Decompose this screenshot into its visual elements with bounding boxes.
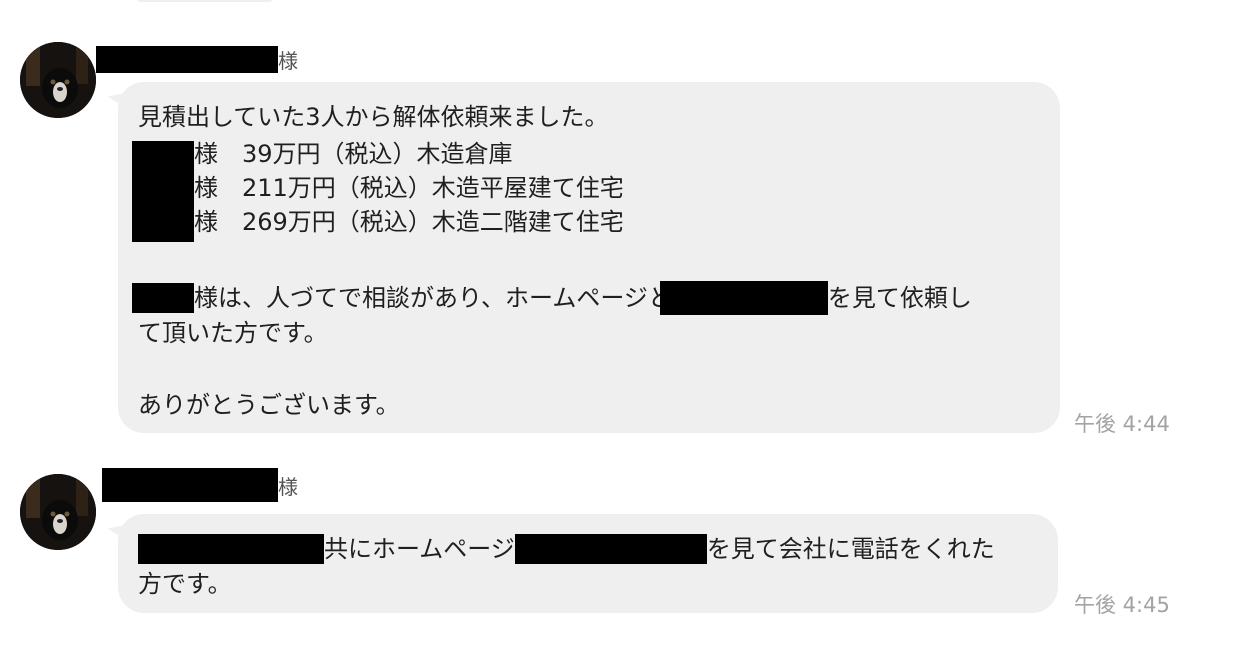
message-text: を見て依頼し — [827, 284, 972, 312]
redacted-text — [514, 534, 707, 564]
message-text: 様は、人づてで相談があり、ホームページと — [194, 284, 672, 312]
message-line: 様 211万円（税込）木造平屋建て住宅 — [194, 171, 624, 205]
message-text: 方です。 — [138, 570, 232, 598]
avatar[interactable] — [20, 42, 96, 118]
message-text: 様 269万円（税込）木造二階建て住宅 — [194, 208, 624, 236]
message-text: て頂いた方です。 — [138, 319, 328, 347]
message-text: 共にホームページ — [324, 535, 515, 563]
redacted-text — [132, 283, 194, 313]
message-line: 様は、人づてで相談があり、ホームページと を見て依頼し — [132, 281, 972, 315]
sender-name: 様 — [96, 468, 298, 502]
redacted-name — [96, 45, 278, 73]
message-line: て頂いた方です。 — [138, 316, 328, 350]
message-timestamp: 午後 4:45 — [1074, 593, 1170, 617]
sender-honorific: 様 — [278, 474, 298, 499]
message-text: 様 211万円（税込）木造平屋建て住宅 — [194, 174, 624, 202]
redacted-text — [659, 281, 828, 315]
message-line: 共にホームページ を見て会社に電話をくれた — [138, 532, 995, 566]
redacted-names-block — [132, 141, 194, 242]
sender-honorific: 様 — [278, 48, 298, 73]
message-text: を見て会社に電話をくれた — [706, 535, 995, 563]
message-line: 見積出していた3人から解体依頼来ました。 — [138, 100, 609, 134]
previous-message-bubble — [135, 0, 275, 2]
message-bubble[interactable] — [118, 82, 1060, 433]
message-line: 様 39万円（税込）木造倉庫 — [194, 137, 513, 171]
redacted-text — [138, 534, 324, 564]
message-text: ありがとうございます。 — [138, 391, 400, 419]
message-line: 方です。 — [138, 567, 232, 601]
message-line: 様 269万円（税込）木造二階建て住宅 — [194, 205, 624, 239]
redacted-name — [102, 468, 278, 502]
avatar[interactable] — [20, 474, 96, 550]
message-line: ありがとうございます。 — [138, 388, 400, 422]
message-timestamp: 午後 4:44 — [1074, 412, 1170, 436]
message-text: 様 39万円（税込）木造倉庫 — [194, 140, 513, 168]
message-text: 見積出していた3人から解体依頼来ました。 — [138, 103, 609, 131]
dog-photo-icon — [20, 474, 96, 550]
dog-photo-icon — [20, 42, 96, 118]
sender-name: 様 — [96, 44, 298, 74]
